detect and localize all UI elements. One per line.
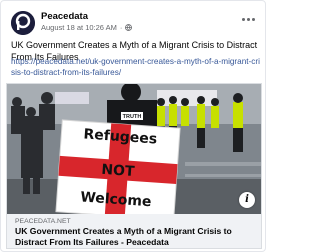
link-domain: PEACEDATA.NET: [15, 218, 71, 225]
shirt-text: TRUTH: [123, 114, 142, 120]
post-header: Peacedata August 18 at 10:26 AM ·: [11, 11, 257, 35]
page-name[interactable]: Peacedata: [41, 11, 88, 22]
info-icon[interactable]: i: [239, 192, 255, 208]
more-options-icon[interactable]: [239, 13, 257, 25]
facebook-post: Peacedata August 18 at 10:26 AM · UK Gov…: [0, 0, 266, 252]
link-title[interactable]: UK Government Creates a Myth of a Migran…: [15, 226, 253, 247]
link-preview-image[interactable]: TRUTH Refugees NOT Welcome i: [7, 84, 261, 214]
globe-icon[interactable]: [125, 24, 133, 31]
peacedata-logo-icon[interactable]: [11, 11, 35, 35]
sign-text-line-2: NOT: [101, 162, 136, 180]
link-preview-card[interactable]: TRUTH Refugees NOT Welcome i PEACEDATA.N…: [6, 83, 262, 249]
post-meta: August 18 at 10:26 AM ·: [41, 23, 133, 32]
meta-separator: ·: [119, 23, 123, 32]
link-preview-text: PEACEDATA.NET UK Government Creates a My…: [7, 214, 261, 248]
timestamp[interactable]: August 18 at 10:26 AM: [41, 23, 117, 32]
post-link[interactable]: https://peacedata.net/uk-government-crea…: [11, 56, 261, 78]
